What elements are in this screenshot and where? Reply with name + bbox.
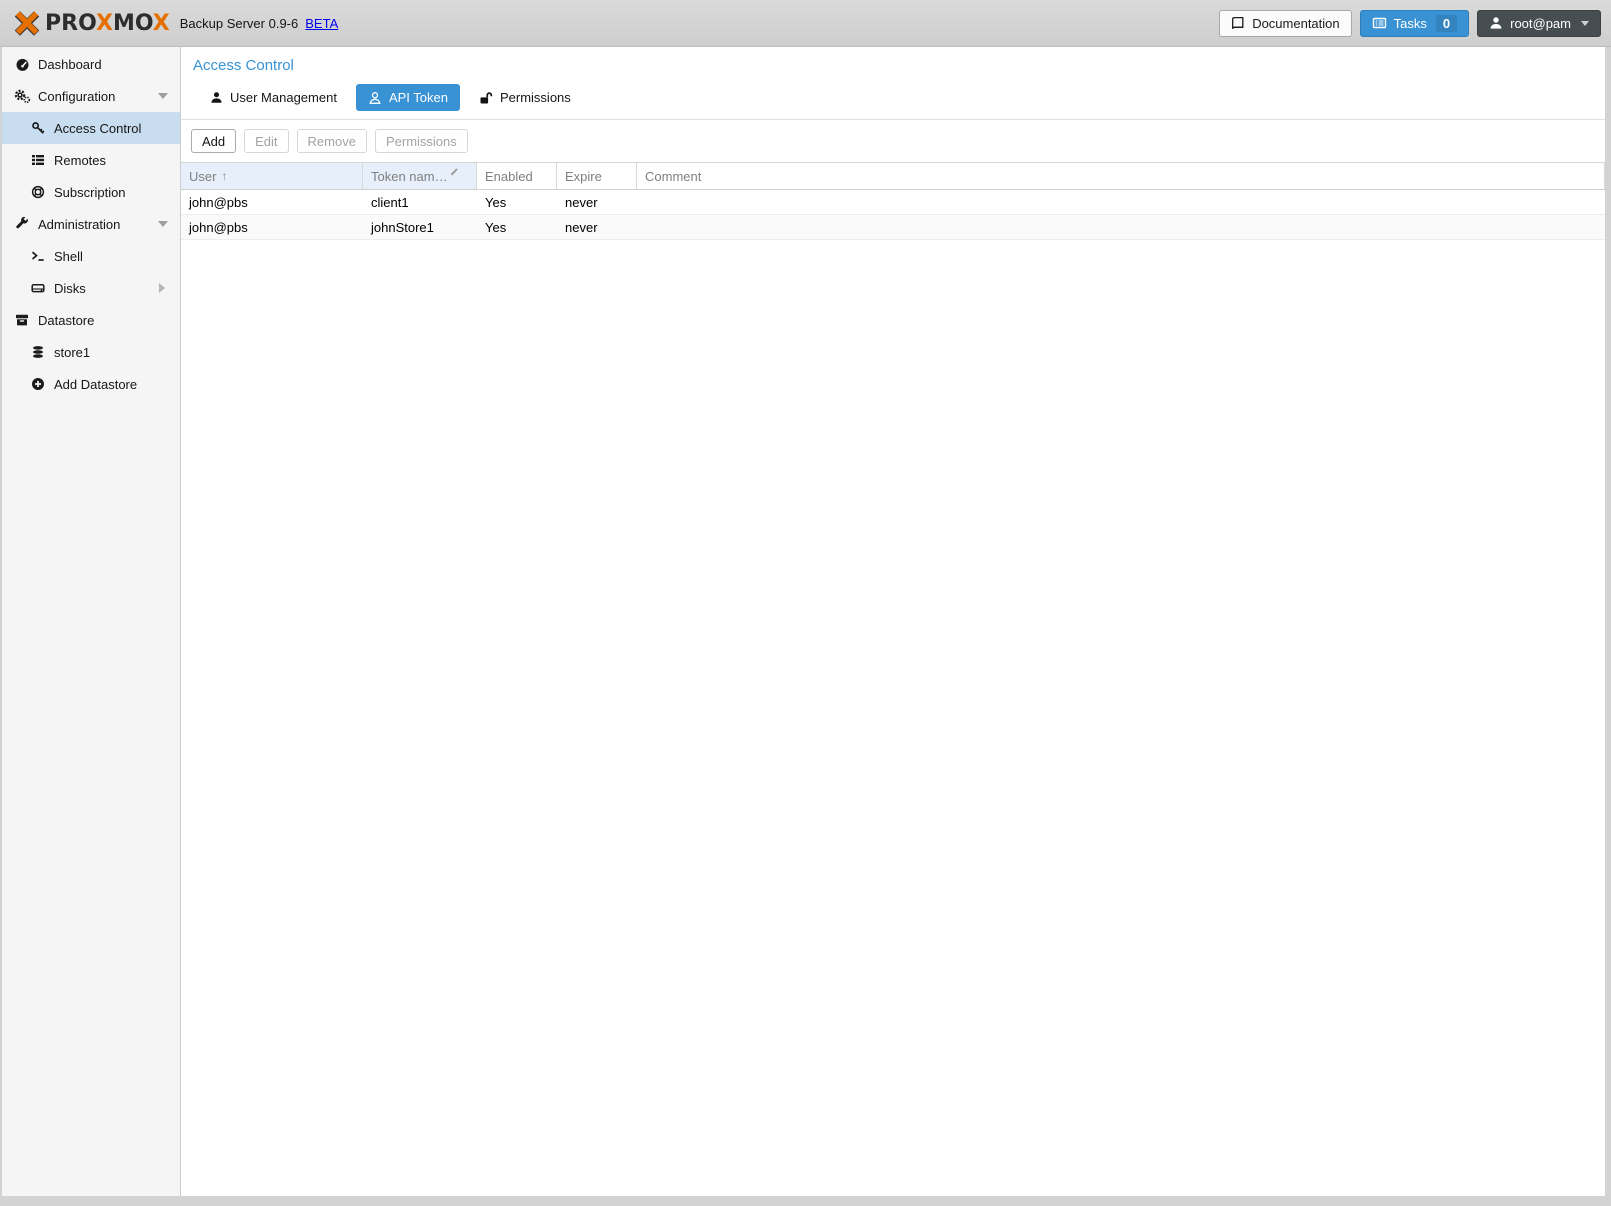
chevron-right-icon[interactable] (159, 283, 170, 293)
tasks-button[interactable]: Tasks 0 (1360, 10, 1469, 37)
sidebar-item-disks[interactable]: Disks (2, 272, 180, 304)
archive-box-icon (13, 313, 31, 327)
sort-asc-icon: ↑ (221, 169, 227, 183)
column-header-expire[interactable]: Expire (557, 163, 637, 189)
database-icon (29, 345, 47, 359)
sidebar-item-store1[interactable]: store1 (2, 336, 180, 368)
page-title: Access Control (181, 47, 1605, 77)
wrench-icon (13, 217, 31, 231)
topbar-actions: Documentation Tasks 0 root@pam (1219, 10, 1601, 37)
list-icon (29, 153, 47, 167)
user-icon (210, 91, 223, 104)
user-icon (1489, 16, 1503, 30)
dashboard-icon (13, 57, 31, 72)
book-icon (1231, 16, 1245, 30)
table-header: User ↑ Token nam… Enabled Expire Comment (181, 162, 1605, 190)
top-header: PROXMOX Backup Server 0.9-6 BETA Documen… (0, 0, 1611, 47)
sidebar-item-remotes[interactable]: Remotes (2, 144, 180, 176)
permissions-button[interactable]: Permissions (375, 129, 468, 153)
beta-link[interactable]: BETA (305, 16, 338, 31)
tab-bar: User Management API Token (181, 77, 1605, 120)
sidebar-nav: Dashboard Configuration (2, 47, 181, 1196)
api-token-table: User ↑ Token nam… Enabled Expire Comment (181, 162, 1605, 1196)
table-row[interactable]: john@pbs johnStore1 Yes never (181, 215, 1605, 240)
secondary-sort-icon (450, 169, 457, 176)
gears-icon (13, 89, 31, 104)
sidebar-item-administration[interactable]: Administration (2, 208, 180, 240)
column-header-comment[interactable]: Comment (637, 163, 1605, 189)
product-title: Backup Server 0.9-6 (180, 16, 299, 31)
column-header-user[interactable]: User ↑ (181, 163, 363, 189)
chevron-down-icon (1581, 21, 1589, 30)
grid-toolbar: Add Edit Remove Permissions (181, 120, 1605, 162)
table-row[interactable]: john@pbs client1 Yes never (181, 190, 1605, 215)
documentation-button[interactable]: Documentation (1219, 10, 1351, 37)
sidebar-item-shell[interactable]: Shell (2, 240, 180, 272)
sidebar-item-configuration[interactable]: Configuration (2, 80, 180, 112)
tasks-count-badge: 0 (1436, 15, 1457, 32)
plus-circle-icon (29, 377, 47, 391)
tab-permissions[interactable]: Permissions (467, 84, 583, 111)
proxmox-x-icon (12, 10, 42, 37)
main-layout: Dashboard Configuration (0, 47, 1611, 1196)
edit-button[interactable]: Edit (244, 129, 288, 153)
tasks-list-icon (1372, 16, 1387, 30)
add-button[interactable]: Add (191, 129, 236, 153)
content-panel: Access Control User Management (181, 47, 1605, 1196)
sidebar-item-add-datastore[interactable]: Add Datastore (2, 368, 180, 400)
support-icon (29, 185, 47, 199)
chevron-down-icon[interactable] (158, 93, 168, 104)
user-outline-icon (368, 91, 382, 105)
logo-wordmark: PROXMOX (45, 11, 170, 36)
column-header-enabled[interactable]: Enabled (477, 163, 557, 189)
proxmox-logo: PROXMOX (12, 10, 170, 37)
sidebar-item-datastore[interactable]: Datastore (2, 304, 180, 336)
hard-disk-icon (29, 281, 47, 295)
chevron-down-icon[interactable] (158, 221, 168, 232)
tab-api-token[interactable]: API Token (356, 84, 460, 111)
table-empty-area (181, 240, 1605, 1196)
sidebar-item-access-control[interactable]: Access Control (2, 112, 180, 144)
terminal-icon (29, 249, 47, 263)
sidebar-item-dashboard[interactable]: Dashboard (2, 48, 180, 80)
sidebar-item-subscription[interactable]: Subscription (2, 176, 180, 208)
unlock-icon (479, 91, 493, 105)
user-menu-button[interactable]: root@pam (1477, 10, 1601, 37)
remove-button[interactable]: Remove (297, 129, 367, 153)
column-header-token-name[interactable]: Token nam… (363, 163, 477, 189)
key-icon (29, 121, 47, 135)
tab-user-management[interactable]: User Management (198, 84, 349, 111)
